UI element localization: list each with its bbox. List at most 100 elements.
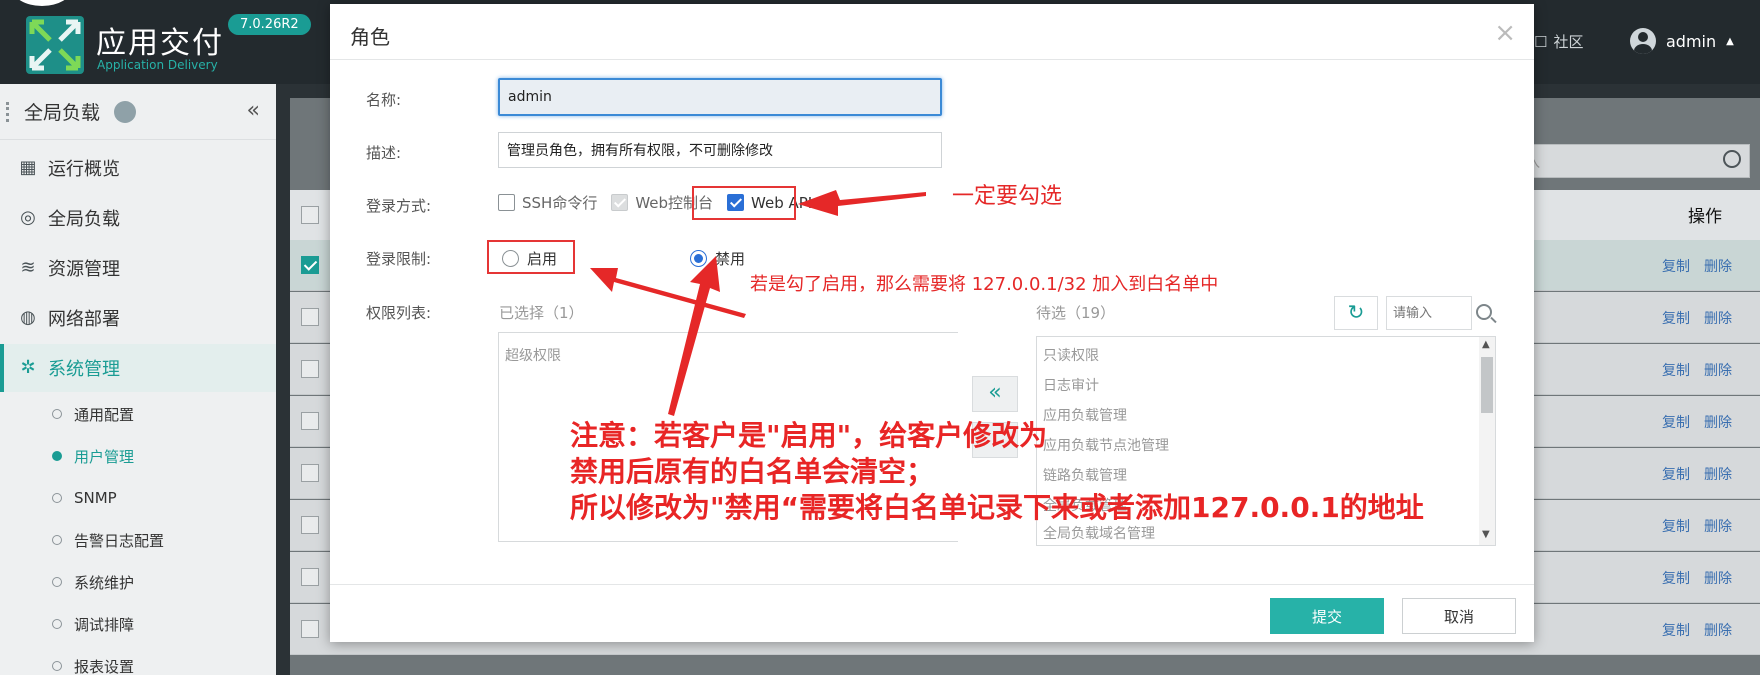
gear-icon: ✲	[20, 357, 36, 378]
community-link[interactable]: ☐ 社区	[1534, 31, 1583, 52]
globe-icon: ◎	[20, 207, 36, 228]
list-item[interactable]: 超级权限	[505, 345, 561, 365]
limit-disable-label: 禁用	[715, 250, 746, 268]
copy-link[interactable]: 复制	[1662, 568, 1690, 588]
sidebar-item-label: 网络部署	[48, 309, 120, 330]
copy-link[interactable]: 复制	[1662, 464, 1690, 484]
caret-up-icon: ▲	[1726, 35, 1734, 47]
sidebar-item-resources[interactable]: ≋ 资源管理	[0, 244, 276, 292]
scroll-down-icon[interactable]: ▼	[1482, 529, 1490, 540]
bullet-icon	[52, 451, 62, 461]
annotation-warning-line: 禁用后原有的白名单会清空；	[570, 455, 935, 488]
copy-link[interactable]: 复制	[1662, 412, 1690, 432]
annotation-must-check: 一定要勾选	[952, 184, 1063, 209]
delete-link[interactable]: 删除	[1704, 360, 1732, 380]
sidebar-sub-label: 报表设置	[74, 657, 135, 675]
sidebar-item-overview[interactable]: ▦ 运行概览	[0, 144, 276, 192]
select-all-checkbox[interactable]	[301, 206, 319, 224]
bullet-icon	[52, 661, 62, 671]
delete-link[interactable]: 删除	[1704, 516, 1732, 536]
annotation-warning: 注意：若客户是"启用"，给客户修改为 禁用后原有的白名单会清空； 所以修改为"禁…	[570, 418, 1424, 526]
refresh-icon[interactable]: ↻	[1334, 296, 1378, 330]
description-field[interactable]	[498, 132, 942, 168]
list-item[interactable]: 只读权限	[1043, 345, 1099, 365]
row-checkbox[interactable]	[301, 412, 319, 430]
copy-link[interactable]: 复制	[1662, 360, 1690, 380]
sidebar-sub-debug[interactable]: 调试排障	[52, 606, 134, 642]
delete-link[interactable]: 删除	[1704, 464, 1732, 484]
collapse-icon[interactable]: «	[247, 98, 260, 123]
row-checkbox[interactable]	[301, 516, 319, 534]
list-item[interactable]: 日志审计	[1043, 375, 1099, 395]
sidebar-item-network[interactable]: ◍ 网络部署	[0, 294, 276, 342]
sidebar: 全局负载 « ▦ 运行概览 ◎ 全局负载 ≋ 资源管理 ◍ 网络部署 ✲ 系统管…	[0, 84, 276, 675]
dashboard-icon: ▦	[19, 157, 37, 178]
sidebar-item-label: 运行概览	[48, 159, 120, 180]
row-checkbox[interactable]	[301, 308, 319, 326]
copy-link[interactable]: 复制	[1662, 308, 1690, 328]
sidebar-sub-alarm-log[interactable]: 告警日志配置	[52, 522, 164, 558]
annotation-enable-note: 若是勾了启用，那么需要将 127.0.0.1/32 加入到白名单中	[750, 274, 1219, 295]
scroll-thumb[interactable]	[1481, 357, 1493, 413]
copy-link[interactable]: 复制	[1662, 256, 1690, 276]
version-badge: 7.0.26R2	[228, 14, 311, 35]
ssh-label: SSH命令行	[522, 194, 598, 212]
name-field[interactable]	[498, 78, 942, 116]
sidebar-sub-label: 通用配置	[74, 405, 135, 424]
delete-link[interactable]: 删除	[1704, 256, 1732, 276]
ssh-checkbox[interactable]: SSH命令行	[498, 192, 597, 213]
submit-button[interactable]: 提交	[1270, 598, 1384, 634]
delete-link[interactable]: 删除	[1704, 308, 1732, 328]
scroll-up-icon[interactable]: ▲	[1482, 339, 1490, 350]
row-checkbox[interactable]	[301, 568, 319, 586]
selected-title: 已选择（1）	[499, 304, 584, 322]
grip-icon	[6, 102, 10, 122]
delete-link[interactable]: 删除	[1704, 412, 1732, 432]
user-menu[interactable]: admin ▲	[1630, 28, 1734, 54]
row-checkbox[interactable]	[301, 464, 319, 482]
annotation-warning-line: 所以修改为"禁用“需要将白名单记录下来或者添加127.0.0.1的地址	[570, 491, 1424, 524]
move-left-button[interactable]: «	[972, 376, 1018, 412]
copy-link[interactable]: 复制	[1662, 516, 1690, 536]
sidebar-sub-users[interactable]: 用户管理	[52, 438, 134, 474]
sidebar-sub-maintenance[interactable]: 系统维护	[52, 564, 134, 600]
globe-icon	[114, 100, 137, 123]
list-scrollbar[interactable]: ▲ ▼	[1479, 337, 1495, 545]
waiting-title: 待选（19）	[1036, 304, 1116, 322]
row-checkbox[interactable]	[301, 620, 319, 638]
network-icon: ◍	[20, 307, 36, 328]
sidebar-item-global-load[interactable]: ◎ 全局负载	[0, 194, 276, 242]
search-icon[interactable]	[1723, 150, 1741, 168]
sidebar-sub-snmp[interactable]: SNMP	[52, 480, 117, 516]
dialog-titlebar	[330, 4, 1534, 60]
delete-link[interactable]: 删除	[1704, 620, 1732, 640]
bullet-icon	[52, 619, 62, 629]
community-label: 社区	[1553, 33, 1584, 51]
close-icon[interactable]: ×	[1494, 18, 1516, 48]
annotation-box-enable	[487, 240, 575, 274]
checkbox-icon	[611, 194, 629, 211]
sidebar-item-system[interactable]: ✲ 系统管理	[0, 344, 276, 392]
delete-link[interactable]: 删除	[1704, 568, 1732, 588]
cancel-button[interactable]: 取消	[1402, 598, 1516, 634]
role-dialog: 角色 × 名称: 描述: 登录方式: SSH命令行 Web控制台 Web API…	[330, 4, 1534, 642]
list-item[interactable]: 全局负载域名管理	[1043, 523, 1155, 543]
search-icon[interactable]	[1476, 304, 1492, 320]
row-checkbox[interactable]	[301, 256, 319, 274]
row-checkbox[interactable]	[301, 360, 319, 378]
dialog-title: 角色	[350, 25, 390, 49]
top-decoration	[12, 0, 72, 6]
sidebar-sub-general[interactable]: 通用配置	[52, 396, 134, 432]
desc-label: 描述:	[366, 144, 402, 162]
limit-disable-radio[interactable]: 禁用	[690, 248, 745, 269]
login-limit-label: 登录限制:	[366, 250, 432, 268]
sidebar-sub-label: SNMP	[74, 489, 117, 507]
waiting-search-input[interactable]	[1386, 296, 1472, 330]
checkbox-icon	[498, 194, 515, 211]
sidebar-item-label: 资源管理	[48, 259, 120, 280]
login-method-label: 登录方式:	[366, 197, 432, 215]
sidebar-sub-report[interactable]: 报表设置	[52, 648, 134, 675]
copy-link[interactable]: 复制	[1662, 620, 1690, 640]
annotation-warning-line: 注意：若客户是"启用"，给客户修改为	[570, 419, 1048, 452]
layers-icon: ≋	[20, 257, 36, 278]
